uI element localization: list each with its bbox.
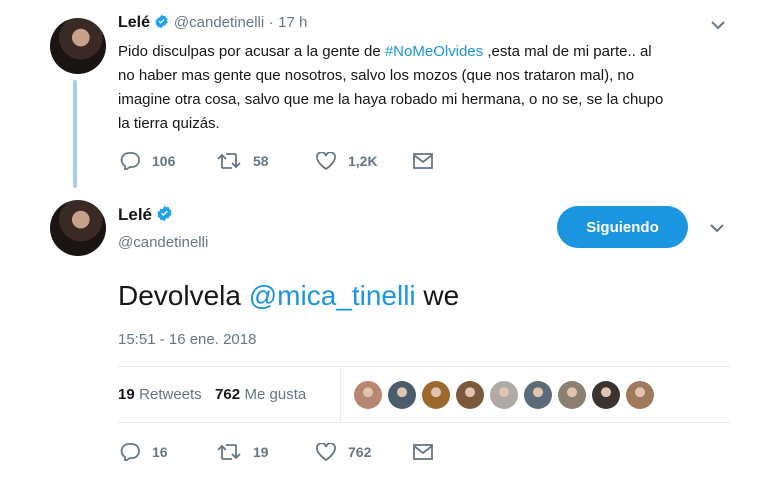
reply-count: 16	[152, 444, 168, 460]
retweet-count: 58	[253, 153, 269, 169]
separator: ·	[268, 14, 274, 31]
reply-icon	[120, 152, 140, 170]
liker-avatar[interactable]	[592, 381, 620, 409]
liker-avatar[interactable]	[558, 381, 586, 409]
verified-icon	[157, 205, 172, 222]
mention-link[interactable]: @mica_tinelli	[249, 280, 416, 311]
retweet-button[interactable]: 19	[217, 443, 269, 461]
chevron-down-icon[interactable]	[710, 223, 724, 233]
retweets-label: Retweets	[139, 386, 202, 403]
retweet-icon	[217, 444, 241, 460]
avatar[interactable]	[50, 18, 106, 74]
retweet-icon	[217, 153, 241, 169]
display-name[interactable]: Lelé	[118, 205, 152, 224]
liker-avatar[interactable]	[388, 381, 416, 409]
text-line: imagine otra cosa, salvo que me la haya …	[118, 91, 664, 108]
reply-icon	[120, 443, 140, 461]
liker-avatar[interactable]	[422, 381, 450, 409]
text-segment: Devolvela	[118, 280, 249, 311]
timestamp[interactable]: 17 h	[278, 14, 307, 31]
likes-stat[interactable]: 762 Me gusta	[215, 386, 306, 403]
divider	[118, 422, 730, 423]
liker-avatar[interactable]	[490, 381, 518, 409]
tweet-stats: 19 Retweets 762 Me gusta	[118, 386, 306, 404]
tweet1-header: Lelé @candetinelli · 17 h	[118, 14, 307, 32]
text-segment: we	[415, 280, 460, 311]
like-button[interactable]: 1,2K	[316, 152, 378, 170]
divider	[118, 366, 730, 367]
handle[interactable]: @candetinelli	[118, 234, 208, 251]
thread-line	[73, 80, 77, 188]
reply-button[interactable]: 16	[120, 443, 168, 461]
dm-icon[interactable]	[413, 153, 433, 169]
likers-row	[354, 381, 654, 409]
like-icon	[316, 152, 336, 170]
avatar[interactable]	[50, 200, 106, 256]
dm-icon[interactable]	[413, 444, 433, 460]
like-count: 1,2K	[348, 153, 378, 169]
reply-button[interactable]: 106	[120, 152, 175, 170]
hashtag-link[interactable]: #NoMeOlvides	[385, 43, 483, 60]
text-line: la tierra quizás.	[118, 115, 220, 132]
retweets-stat[interactable]: 19 Retweets	[118, 386, 202, 403]
tweet-timestamp[interactable]: 15:51 - 16 ene. 2018	[118, 331, 256, 348]
tweet1-text: Pido disculpas por acusar a la gente de …	[118, 40, 738, 136]
verified-icon	[155, 14, 169, 29]
like-icon	[316, 443, 336, 461]
liker-avatar[interactable]	[524, 381, 552, 409]
liker-avatar[interactable]	[626, 381, 654, 409]
liker-avatar[interactable]	[456, 381, 484, 409]
chevron-down-icon[interactable]	[711, 20, 725, 30]
text-segment: Pido disculpas por acusar a la gente de	[118, 43, 385, 60]
following-button[interactable]: Siguiendo	[557, 206, 688, 248]
retweet-button[interactable]: 58	[217, 152, 269, 170]
like-button[interactable]: 762	[316, 443, 371, 461]
text-segment: ,esta mal de mi parte.. al	[483, 43, 652, 60]
handle[interactable]: @candetinelli	[174, 14, 264, 31]
reply-count: 106	[152, 153, 176, 169]
tweet2-text: Devolvela @mica_tinelli we	[118, 280, 459, 312]
liker-avatar[interactable]	[354, 381, 382, 409]
retweets-count: 19	[118, 386, 135, 403]
likes-count: 762	[215, 386, 241, 403]
retweet-count: 19	[253, 444, 269, 460]
likes-label: Me gusta	[244, 386, 307, 403]
stats-separator	[340, 368, 341, 422]
display-name[interactable]: Lelé	[118, 14, 150, 31]
text-line: no haber mas gente que nosotros, salvo l…	[118, 67, 635, 84]
like-count: 762	[348, 444, 372, 460]
tweet2-name-row: Lelé	[118, 205, 173, 225]
